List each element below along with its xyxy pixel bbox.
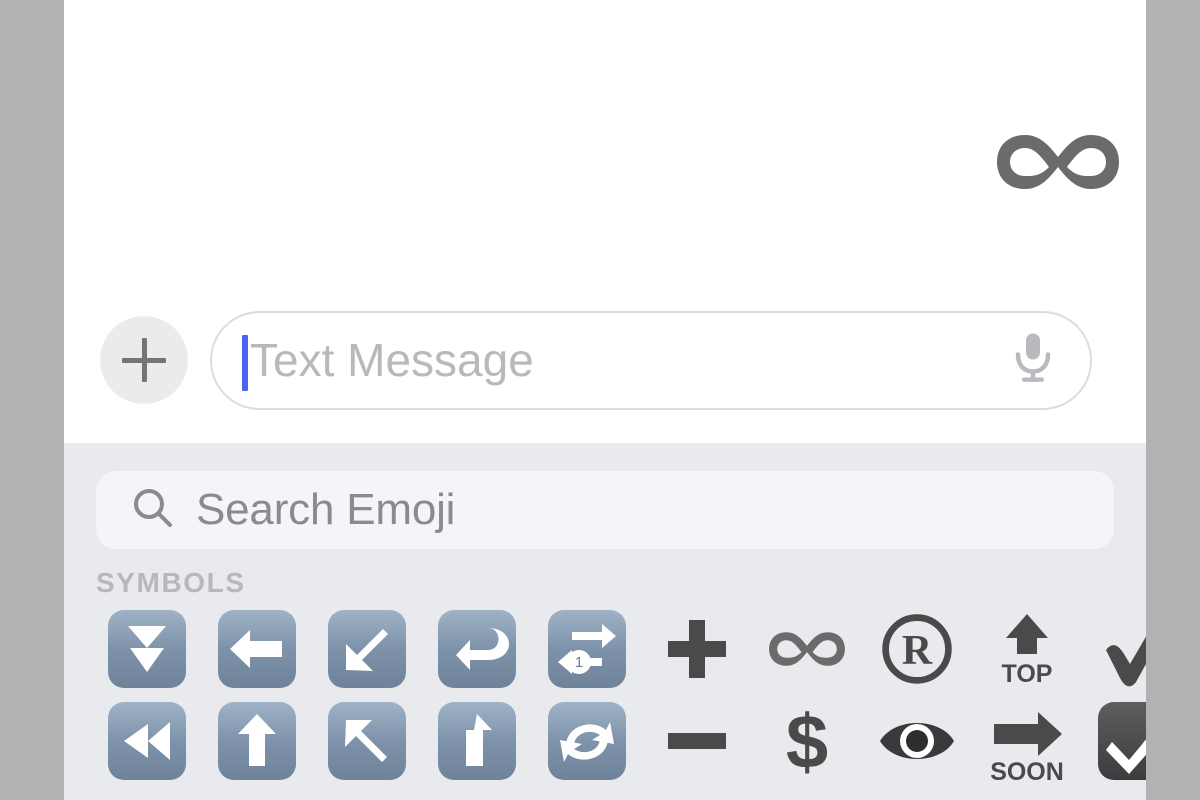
microphone-icon[interactable]	[1010, 330, 1056, 391]
message-input-bar: Text Message	[64, 300, 1146, 420]
svg-text:TOP: TOP	[1002, 660, 1053, 688]
emoji-search-placeholder: Search Emoji	[196, 485, 456, 534]
soon-arrow-emoji[interactable]: SOON	[981, 695, 1073, 787]
up-arrow-emoji[interactable]	[211, 695, 303, 787]
svg-text:SOON: SOON	[990, 758, 1064, 782]
text-caret	[242, 334, 248, 391]
minus-emoji[interactable]	[651, 695, 743, 787]
screen-root: Text Message Search Emoji SYMBOLS 1 R TO…	[0, 0, 1200, 800]
plus-emoji[interactable]	[651, 603, 743, 695]
svg-text:R: R	[902, 628, 933, 674]
emoji-search-row: Search Emoji	[64, 443, 1146, 549]
repeat-single-button-emoji[interactable]: 1	[541, 603, 633, 695]
registered-emoji[interactable]: R	[871, 603, 963, 695]
heavy-dollar-sign-emoji[interactable]: $	[761, 695, 853, 787]
infinity-emoji[interactable]	[761, 603, 853, 695]
plus-icon	[122, 338, 166, 382]
emoji-keyboard-panel: Search Emoji SYMBOLS 1 R TOP $ SOON	[64, 443, 1146, 800]
up-left-arrow-emoji[interactable]	[321, 695, 413, 787]
check-mark-button-emoji[interactable]	[1091, 695, 1146, 787]
right-arrow-curving-up-emoji[interactable]	[431, 695, 523, 787]
phone-viewport: Text Message Search Emoji SYMBOLS 1 R TO…	[64, 0, 1146, 800]
message-placeholder: Text Message	[250, 334, 534, 386]
counterclockwise-arrows-emoji[interactable]	[541, 695, 633, 787]
right-arrow-curving-left-emoji[interactable]	[431, 603, 523, 695]
top-arrow-emoji[interactable]: TOP	[981, 603, 1073, 695]
infinity-emoji	[992, 125, 1124, 199]
add-attachment-button[interactable]	[100, 316, 188, 404]
conversation-area: Text Message	[64, 0, 1146, 443]
svg-text:$: $	[786, 700, 828, 782]
emoji-section-title: SYMBOLS	[96, 567, 246, 598]
left-arrow-emoji[interactable]	[211, 603, 303, 695]
fast-reverse-button-emoji[interactable]	[101, 695, 193, 787]
eye-emoji[interactable]	[871, 695, 963, 787]
fast-down-button-emoji[interactable]	[101, 603, 193, 695]
emoji-search-input[interactable]: Search Emoji	[96, 471, 1114, 549]
check-mark-emoji[interactable]	[1091, 603, 1146, 695]
down-left-arrow-emoji[interactable]	[321, 603, 413, 695]
search-icon	[130, 485, 176, 536]
letterbox-right	[1146, 0, 1200, 800]
svg-text:1: 1	[575, 654, 583, 671]
emoji-grid: 1 R TOP $ SOON	[92, 603, 1146, 787]
message-text-field[interactable]: Text Message	[210, 310, 1092, 410]
letterbox-left	[0, 0, 64, 800]
